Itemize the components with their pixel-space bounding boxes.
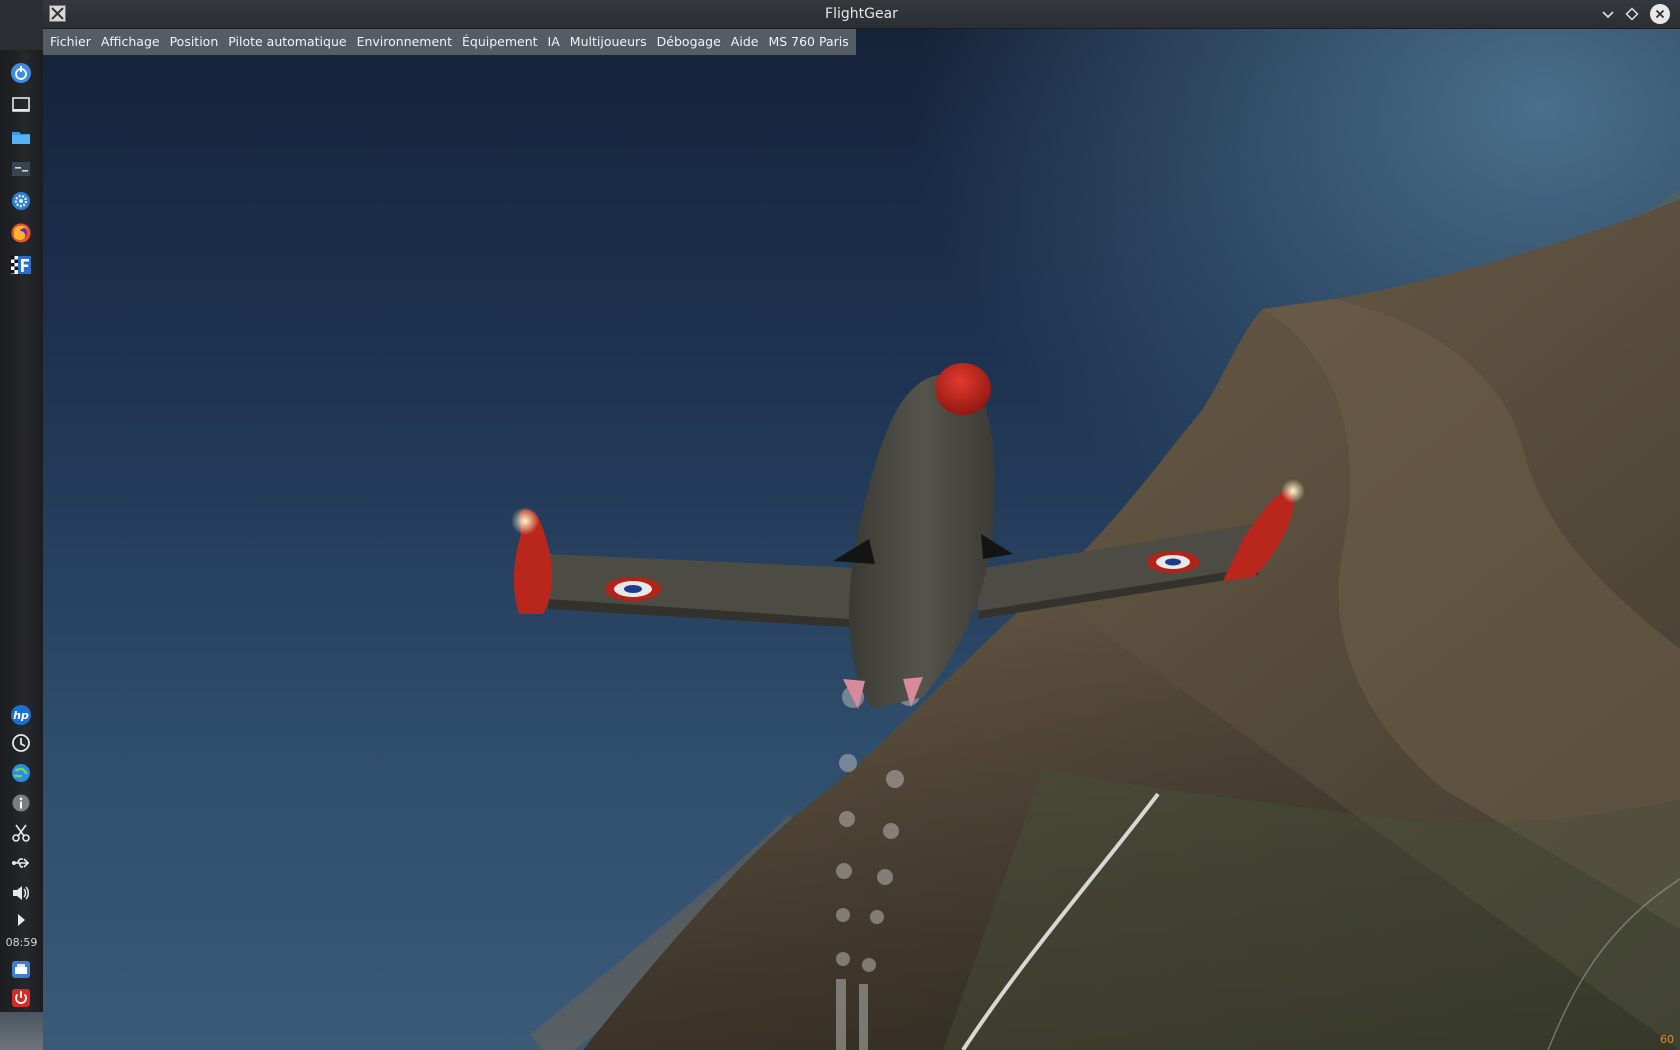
flightgear-window: FlightGear 60 Fichier Affichage Position… [43,0,1680,1050]
flight-scene-viewport[interactable]: 60 [43,29,1680,1050]
hp-icon[interactable]: hp [8,702,34,728]
scene-render [511,189,1680,1050]
left-nav-light [511,507,539,535]
taskbar-panel: hp 08:59 [0,50,44,1012]
left-intake [833,539,875,564]
menu-affichage[interactable]: Affichage [96,29,165,55]
close-icon [1655,9,1665,19]
network-globe-icon[interactable] [8,760,34,786]
system-settings-icon[interactable] [8,156,34,182]
desktop-background-bottom [0,1012,43,1050]
right-intake [981,534,1013,559]
left-wing-roundel [605,577,661,601]
settings-gear-icon[interactable] [8,188,34,214]
desktop-background-top [0,0,43,50]
fps-counter: 60 [1660,1033,1674,1046]
firefox-icon[interactable] [8,220,34,246]
expand-arrow-icon[interactable] [8,907,34,933]
right-nav-light [1281,479,1305,503]
printer-icon[interactable] [8,956,34,982]
menu-pilote-automatique[interactable]: Pilote automatique [223,29,351,55]
menu-position[interactable]: Position [165,29,224,55]
taskbar-launchers [0,50,43,300]
app-launcher-icon[interactable] [8,60,34,86]
menu-equipement[interactable]: Équipement [457,29,543,55]
close-button[interactable] [1650,4,1670,24]
chevron-down-icon [1602,11,1614,19]
updates-icon[interactable] [8,730,34,756]
menu-ia[interactable]: IA [543,29,565,55]
menu-aircraft-ms760[interactable]: MS 760 Paris [763,29,853,55]
file-manager-icon[interactable] [8,124,34,150]
info-icon[interactable] [8,790,34,816]
minimize-button[interactable] [1598,4,1618,24]
power-icon[interactable] [8,985,34,1011]
menu-environnement[interactable]: Environnement [352,29,457,55]
clock[interactable]: 08:59 [0,936,43,949]
window-titlebar[interactable]: FlightGear [43,0,1680,29]
svg-text:hp: hp [13,709,29,722]
show-desktop-icon[interactable] [8,92,34,118]
menu-fichier[interactable]: Fichier [45,29,96,55]
maximize-button[interactable] [1622,4,1642,24]
diamond-icon [1625,7,1639,21]
menu-debogage[interactable]: Débogage [652,29,726,55]
nose-cone [935,363,991,415]
scissors-icon[interactable] [8,820,34,846]
window-title: FlightGear [825,6,898,22]
usb-icon[interactable] [8,850,34,876]
right-wing-roundel [1147,551,1199,573]
taskbar-tray: hp 08:59 [0,702,43,1012]
flightgear-icon[interactable] [8,252,34,278]
menu-multijoueurs[interactable]: Multijoueurs [565,29,652,55]
flightgear-menubar: Fichier Affichage Position Pilote automa… [43,29,856,55]
volume-icon[interactable] [8,880,34,906]
menu-aide[interactable]: Aide [726,29,764,55]
